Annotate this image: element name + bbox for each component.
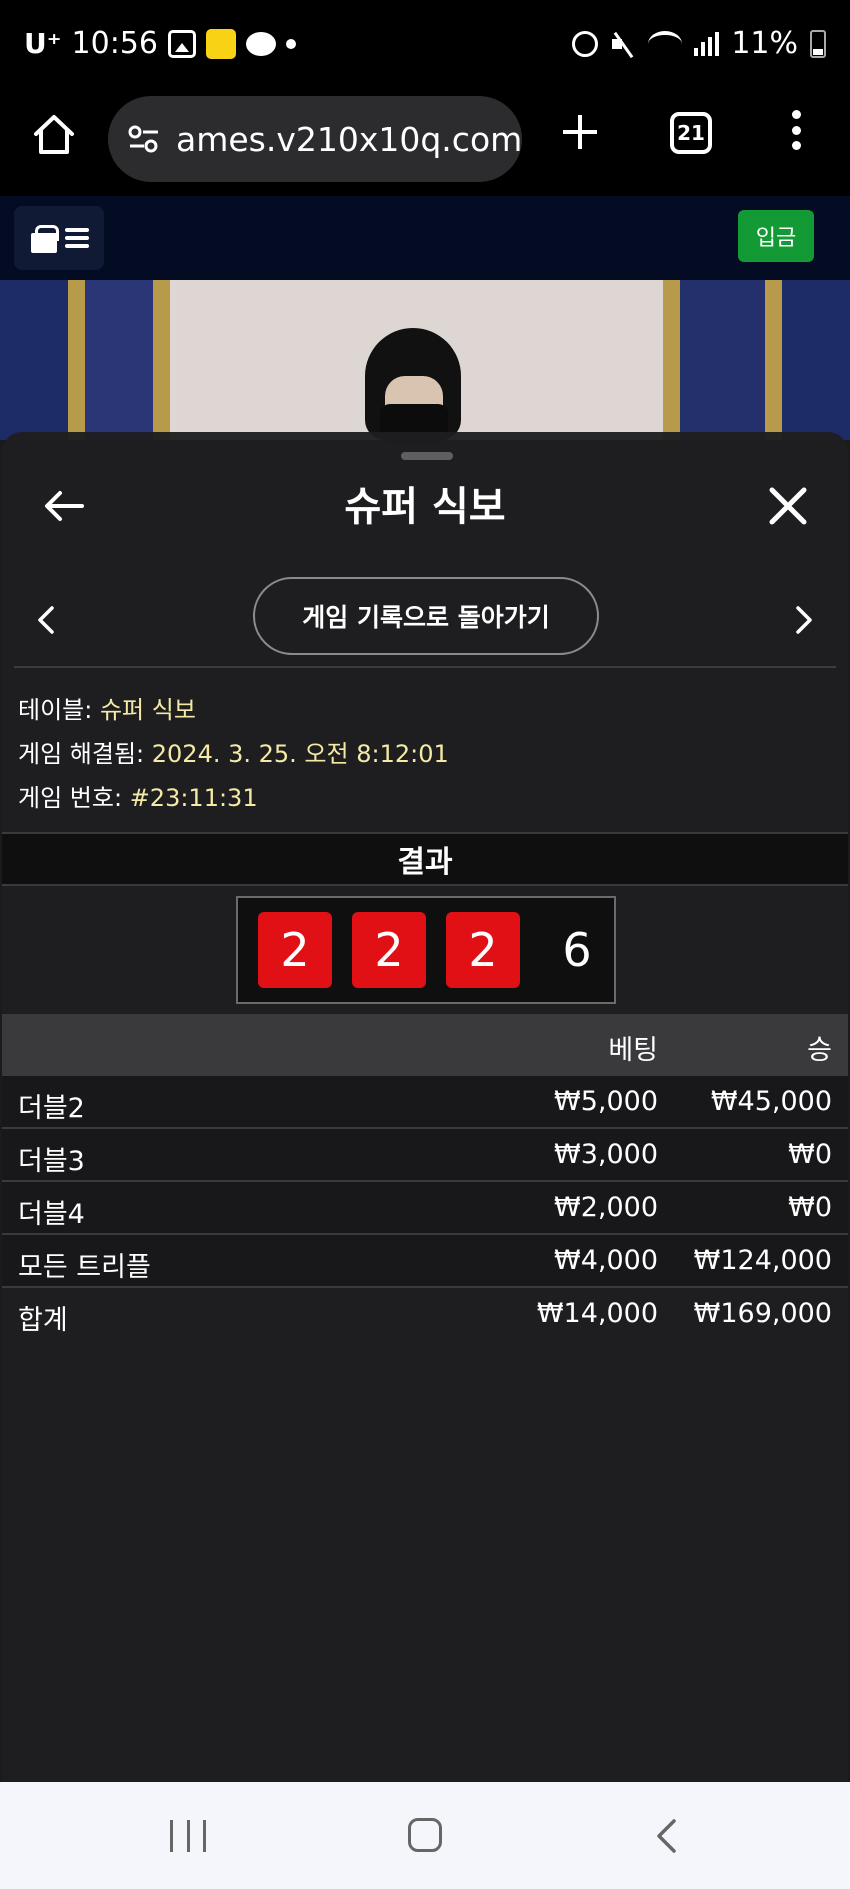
chevron-right-icon[interactable] bbox=[790, 602, 818, 638]
tab-count: 21 bbox=[677, 121, 705, 145]
table-row: 모든 트리플 ₩4,000 ₩124,000 bbox=[2, 1235, 848, 1288]
status-right: 11% bbox=[572, 26, 826, 61]
url-text: ames.v210x10q.com bbox=[175, 119, 522, 159]
gift-icon bbox=[29, 223, 59, 253]
back-icon[interactable] bbox=[652, 1818, 680, 1854]
wifi-icon bbox=[648, 30, 683, 57]
info-game-number: 게임 번호: #23:11:31 bbox=[18, 778, 258, 813]
info-game-number-label: 게임 번호: bbox=[18, 784, 123, 812]
game-history-sheet: 슈퍼 식보 게임 기록으로 돌아가기 테이블: 슈퍼 식보 게임 해결됨: 20… bbox=[2, 432, 848, 1782]
sheet-title: 슈퍼 식보 bbox=[344, 484, 506, 530]
bet-name: 더블3 bbox=[18, 1146, 85, 1177]
mute-icon bbox=[610, 31, 636, 57]
column-header-win: 승 bbox=[807, 1035, 832, 1066]
close-icon[interactable] bbox=[764, 482, 812, 530]
status-bar: U⁺ 10:56 11% bbox=[0, 0, 850, 96]
battery-icon bbox=[810, 29, 826, 58]
bet-amount: ₩4,000 bbox=[554, 1245, 658, 1276]
chevron-left-icon[interactable] bbox=[32, 602, 60, 638]
divider bbox=[14, 666, 836, 668]
bet-table-header: 베팅 승 bbox=[2, 1014, 848, 1076]
new-tab-icon[interactable] bbox=[560, 112, 600, 152]
more-menu-icon[interactable] bbox=[790, 110, 802, 150]
win-amount: ₩124,000 bbox=[693, 1245, 832, 1276]
bet-amount: ₩3,000 bbox=[554, 1139, 658, 1170]
gallery-icon bbox=[167, 29, 196, 58]
dice-result: 2 2 2 6 bbox=[236, 896, 616, 1004]
table-row: 더블3 ₩3,000 ₩0 bbox=[2, 1129, 848, 1182]
total-bet: ₩14,000 bbox=[536, 1298, 658, 1329]
column-header-bet: 베팅 bbox=[608, 1035, 658, 1066]
total-win: ₩169,000 bbox=[693, 1298, 832, 1329]
result-header: 결과 bbox=[2, 832, 848, 886]
alarm-icon bbox=[572, 30, 599, 57]
kakao-icon bbox=[205, 28, 236, 59]
info-table-value: 슈퍼 식보 bbox=[99, 696, 196, 724]
table-row: 더블4 ₩2,000 ₩0 bbox=[2, 1182, 848, 1235]
battery-percent: 11% bbox=[731, 26, 798, 61]
site-header: 입금 bbox=[0, 196, 850, 280]
hamburger-icon bbox=[65, 228, 89, 248]
bet-name: 더블4 bbox=[18, 1199, 85, 1230]
die-3: 2 bbox=[446, 912, 520, 988]
browser-toolbar: ames.v210x10q.com 21 bbox=[0, 96, 850, 196]
bet-amount: ₩5,000 bbox=[554, 1086, 658, 1117]
bet-name: 모든 트리플 bbox=[18, 1252, 151, 1283]
address-bar[interactable]: ames.v210x10q.com bbox=[108, 96, 522, 182]
menu-button[interactable] bbox=[14, 206, 104, 270]
win-amount: ₩0 bbox=[788, 1139, 832, 1170]
info-resolved-value: 2024. 3. 25. 오전 8:12:01 bbox=[151, 740, 449, 768]
system-navigation-bar bbox=[0, 1782, 850, 1889]
die-1: 2 bbox=[258, 912, 332, 988]
recent-apps-icon[interactable] bbox=[170, 1820, 206, 1852]
carrier-label: U⁺ bbox=[24, 27, 62, 60]
notification-dot-icon bbox=[285, 38, 296, 49]
bet-name: 더블2 bbox=[18, 1093, 85, 1124]
site-settings-icon[interactable] bbox=[126, 121, 162, 157]
info-game-number-value: #23:11:31 bbox=[129, 784, 258, 812]
home-icon[interactable] bbox=[30, 110, 78, 158]
info-resolved: 게임 해결됨: 2024. 3. 25. 오전 8:12:01 bbox=[18, 734, 449, 769]
bet-table: 베팅 승 더블2 ₩5,000 ₩45,000 더블3 ₩3,000 ₩0 더블… bbox=[2, 1014, 848, 1341]
table-row: 더블2 ₩5,000 ₩45,000 bbox=[2, 1076, 848, 1129]
info-table-label: 테이블: bbox=[18, 696, 93, 724]
signal-icon bbox=[694, 31, 720, 56]
back-to-history-button[interactable]: 게임 기록으로 돌아가기 bbox=[253, 577, 599, 655]
die-2: 2 bbox=[352, 912, 426, 988]
status-time: 10:56 bbox=[71, 26, 158, 61]
win-amount: ₩45,000 bbox=[710, 1086, 832, 1117]
sheet-drag-handle[interactable] bbox=[401, 452, 453, 460]
total-label: 합계 bbox=[18, 1305, 68, 1336]
dice-sum: 6 bbox=[562, 923, 592, 977]
info-resolved-label: 게임 해결됨: bbox=[18, 740, 145, 768]
total-row: 합계 ₩14,000 ₩169,000 bbox=[2, 1288, 848, 1341]
win-amount: ₩0 bbox=[788, 1192, 832, 1223]
deposit-button[interactable]: 입금 bbox=[738, 210, 814, 262]
chat-icon bbox=[245, 31, 276, 56]
status-left: U⁺ 10:56 bbox=[24, 26, 296, 61]
bet-amount: ₩2,000 bbox=[554, 1192, 658, 1223]
home-button-icon[interactable] bbox=[408, 1818, 442, 1852]
tab-switcher-button[interactable]: 21 bbox=[670, 112, 712, 154]
info-table: 테이블: 슈퍼 식보 bbox=[18, 690, 196, 725]
